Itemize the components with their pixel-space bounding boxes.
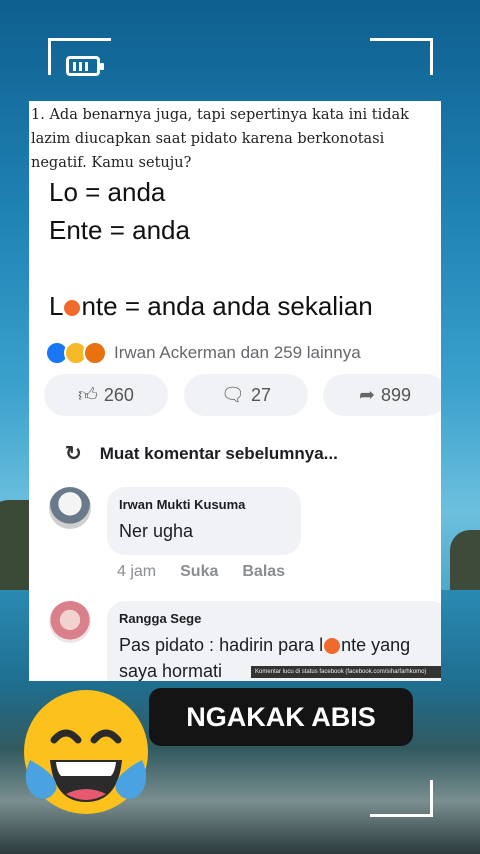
caption-banner: NGAKAK ABIS bbox=[149, 688, 413, 746]
comment-bubble: Irwan Mukti Kusuma Ner ugha bbox=[107, 487, 301, 555]
censor-blot bbox=[64, 300, 81, 317]
reactions-summary[interactable]: Irwan Ackerman dan 259 lainnya bbox=[45, 341, 361, 365]
comment-like-link[interactable]: Suka bbox=[180, 563, 218, 581]
load-more-label: Muat komentar sebelumnya... bbox=[99, 443, 338, 463]
post-line-3: Lnte = anda anda sekalian bbox=[49, 291, 373, 322]
comment-text: Ner ugha bbox=[119, 521, 194, 541]
angry-icon bbox=[83, 341, 107, 365]
comment-icon: 🗨︎ bbox=[220, 385, 246, 406]
laughing-crying-emoji-icon bbox=[24, 690, 148, 814]
comment-button[interactable]: 🗨︎ 27 bbox=[184, 374, 308, 416]
comment-author[interactable]: Irwan Mukti Kusuma bbox=[119, 497, 289, 512]
post-line-1: Lo = anda bbox=[49, 177, 166, 207]
comment-count: 27 bbox=[251, 384, 272, 405]
reactions-text: Irwan Ackerman dan 259 lainnya bbox=[114, 343, 361, 362]
rock-right bbox=[450, 530, 480, 590]
battery-icon bbox=[66, 56, 104, 76]
post-line-3-suffix: nte = anda anda sekalian bbox=[81, 291, 373, 321]
share-icon: ➦ bbox=[359, 384, 375, 406]
frame-corner-top-right bbox=[370, 38, 433, 75]
comment-author[interactable]: Rangga Sege bbox=[119, 611, 437, 626]
share-button[interactable]: ➦ 899 bbox=[323, 374, 441, 416]
refresh-icon: ↻ bbox=[65, 443, 82, 465]
comment-meta: 4 jam Suka Balas bbox=[117, 563, 285, 581]
frame-corner-bottom-right bbox=[370, 780, 433, 817]
avatar[interactable] bbox=[49, 487, 91, 529]
avatar[interactable] bbox=[49, 601, 91, 643]
thumbs-up-icon: 👍︎ bbox=[78, 384, 98, 406]
load-more-comments[interactable]: ↻ Muat komentar sebelumnya... bbox=[65, 441, 338, 466]
comment-reply-link[interactable]: Balas bbox=[242, 563, 285, 581]
comment-time: 4 jam bbox=[117, 563, 157, 580]
like-count: 260 bbox=[103, 384, 134, 405]
post-question: 1. Ada benarnya juga, tapi sepertinya ka… bbox=[31, 107, 409, 171]
watermark-text: Komentar lucu di status facebook (facebo… bbox=[251, 666, 441, 678]
like-button[interactable]: 👍︎ 260 bbox=[44, 374, 168, 416]
post-line-2: Ente = anda bbox=[49, 215, 190, 245]
post-line-3-prefix: L bbox=[49, 291, 64, 321]
comment-text-prefix: Pas pidato : hadirin para l bbox=[119, 635, 324, 655]
censor-blot bbox=[324, 638, 341, 655]
post-card: 1. Ada benarnya juga, tapi sepertinya ka… bbox=[29, 101, 441, 681]
share-count: 899 bbox=[380, 384, 411, 405]
